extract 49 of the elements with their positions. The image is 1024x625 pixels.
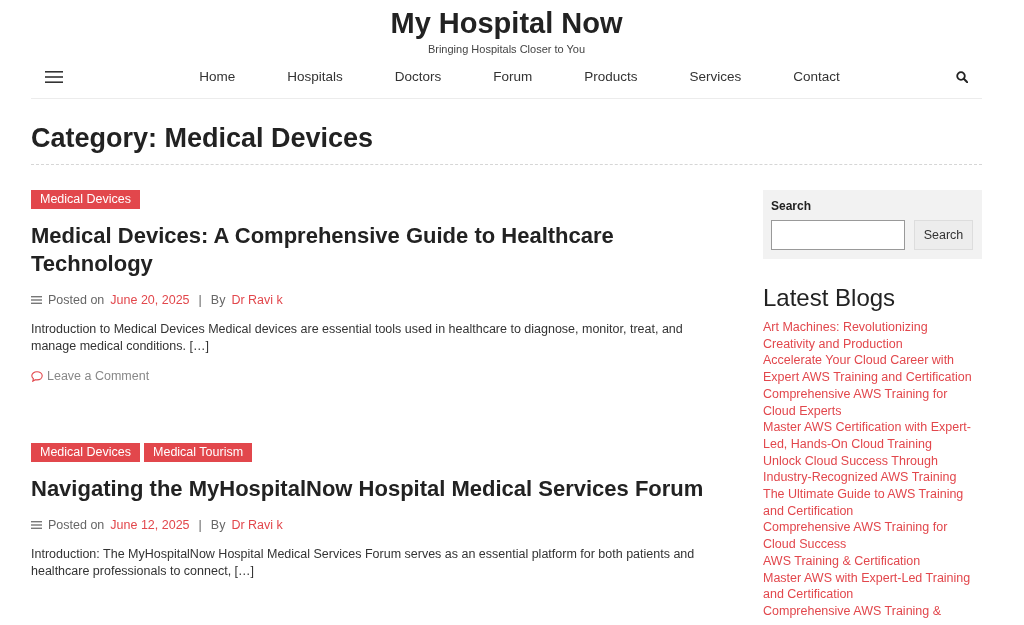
search-field[interactable] — [771, 220, 905, 250]
blog-link[interactable]: Comprehensive AWS Training for Cloud Success — [763, 519, 982, 553]
nav-link[interactable]: Forum — [493, 68, 533, 86]
post-excerpt: Introduction to Medical Devices Medical devices are essential tools used in healthcare to diagnose, monitor, treat, and manage medical conditions. […] — [31, 321, 684, 355]
category-tag[interactable]: Medical Devices — [31, 190, 140, 209]
category-tag[interactable]: Medical Tourism — [144, 443, 253, 462]
post-title[interactable]: Navigating the MyHospitalNow Hospital Medical Services Forum — [31, 475, 704, 503]
meta-separator: | — [197, 292, 203, 309]
blog-link[interactable]: Master AWS Certification with Expert-Led, Hands-On Cloud Training — [763, 419, 982, 453]
page-heading: Category: Medical Devices — [31, 99, 982, 165]
comment-icon — [31, 370, 43, 382]
site-tagline: Bringing Hospitals Closer to You — [427, 42, 586, 56]
meta-separator: | — [197, 517, 203, 534]
nav-link[interactable]: Doctors — [394, 68, 442, 86]
menu-button[interactable] — [45, 71, 63, 83]
menu-icon — [45, 71, 63, 83]
list-icon — [31, 521, 42, 529]
blog-link[interactable]: Master AWS with Expert-Led Training and Certification — [763, 569, 982, 603]
blog-link[interactable]: Comprehensive AWS Training & — [763, 602, 982, 620]
site-title[interactable]: My Hospital Now — [390, 6, 623, 40]
blog-link[interactable]: The Ultimate Guide to AWS Training and Certification — [763, 486, 982, 520]
author-link[interactable]: Dr Ravi k — [231, 516, 283, 534]
by-label: By — [210, 292, 226, 309]
nav-link[interactable]: Contact — [793, 68, 840, 86]
blog-link[interactable]: Accelerate Your Cloud Career with Expert AWS Training and Certification — [763, 352, 982, 386]
category-tag[interactable]: Medical Devices — [31, 443, 140, 462]
list-icon — [31, 296, 42, 304]
blog-link[interactable]: AWS Training & Certification — [763, 552, 982, 570]
blog-link[interactable]: Art Machines: Revolutionizing Creativity and Production — [763, 319, 982, 353]
nav-link[interactable]: Products — [584, 68, 638, 86]
comment-link[interactable]: Leave a Comment — [31, 367, 150, 385]
search-icon — [956, 71, 968, 83]
widget-title: Latest Blogs — [763, 283, 897, 313]
posted-on-label: Posted on — [48, 292, 105, 309]
blog-link[interactable]: Comprehensive AWS Training for Cloud Experts — [763, 385, 982, 420]
post-date-link[interactable]: June 12, 2025 — [110, 516, 190, 534]
post-date-link[interactable]: June 20, 2025 — [110, 291, 190, 309]
nav-link[interactable]: Services — [689, 68, 742, 86]
search-button[interactable] — [956, 71, 968, 83]
posted-on-label: Posted on — [48, 517, 105, 534]
blog-link[interactable]: Unlock Cloud Success Through Industry-Recognized AWS Training — [763, 452, 982, 487]
search-label: Search — [771, 198, 813, 214]
post-title[interactable]: Medical Devices: A Comprehensive Guide to Healthcare Technology — [31, 222, 730, 278]
nav-link[interactable]: Hospitals — [287, 68, 343, 86]
by-label: By — [210, 517, 226, 534]
search-submit-button[interactable]: Search — [914, 220, 973, 250]
nav-link[interactable]: Home — [199, 68, 236, 86]
post-excerpt: Introduction: The MyHospitalNow Hospital Medical Services Forum serves as an essential platform for both patients and healthcare professionals to connect, […] — [31, 546, 696, 580]
author-link[interactable]: Dr Ravi k — [231, 291, 283, 309]
